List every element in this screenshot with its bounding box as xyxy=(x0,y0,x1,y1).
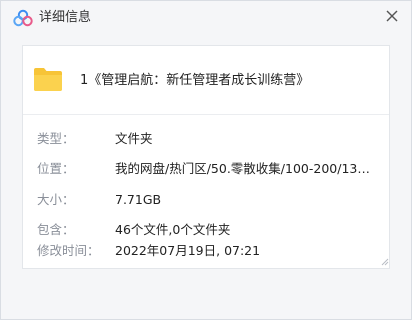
detail-value-modified: 2022年07月19日, 07:21 xyxy=(115,243,261,258)
detail-label-modified: 修改时间： xyxy=(37,243,100,258)
dialog-title: 详细信息 xyxy=(39,10,92,25)
detail-value-type: 文件夹 xyxy=(115,131,153,146)
detail-label-contains: 包含： xyxy=(37,222,75,237)
detail-row-contains: 包含： 46个文件,0个文件夹 xyxy=(37,221,377,239)
detail-row-location: 位置： 我的网盘/热门区/50.零散收集/100-200/133. 智… xyxy=(37,160,377,178)
close-icon[interactable] xyxy=(383,7,401,25)
detail-label-size: 大小： xyxy=(37,192,75,207)
detail-row-modified: 修改时间： 2022年07月19日, 07:21 xyxy=(37,242,377,260)
detail-label-type: 类型： xyxy=(37,131,75,146)
details-panel: 1《管理启航：新任管理者成长训练营》 类型： 文件夹 位置： 我的网盘/热门区/… xyxy=(22,45,390,269)
title-bar[interactable]: 详细信息 xyxy=(1,1,411,35)
detail-value-location[interactable]: 我的网盘/热门区/50.零散收集/100-200/133. 智… xyxy=(115,160,377,178)
detail-row-type: 类型： 文件夹 xyxy=(37,130,377,148)
detail-label-location: 位置： xyxy=(37,161,75,176)
file-header: 1《管理启航：新任管理者成长训练营》 xyxy=(23,46,389,115)
detail-value-size: 7.71GB xyxy=(115,192,162,207)
file-name: 1《管理启航：新任管理者成长训练营》 xyxy=(80,73,310,88)
resize-grip-icon[interactable] xyxy=(381,258,389,266)
folder-icon xyxy=(34,68,62,91)
detail-value-contains: 46个文件,0个文件夹 xyxy=(115,222,231,237)
details-dialog: 详细信息 1《管理启航：新任管理者成长训练营》 类型： 文件夹 位置： 我的网盘… xyxy=(0,0,412,320)
detail-row-size: 大小： 7.71GB xyxy=(37,191,377,209)
app-logo-icon xyxy=(13,9,33,27)
